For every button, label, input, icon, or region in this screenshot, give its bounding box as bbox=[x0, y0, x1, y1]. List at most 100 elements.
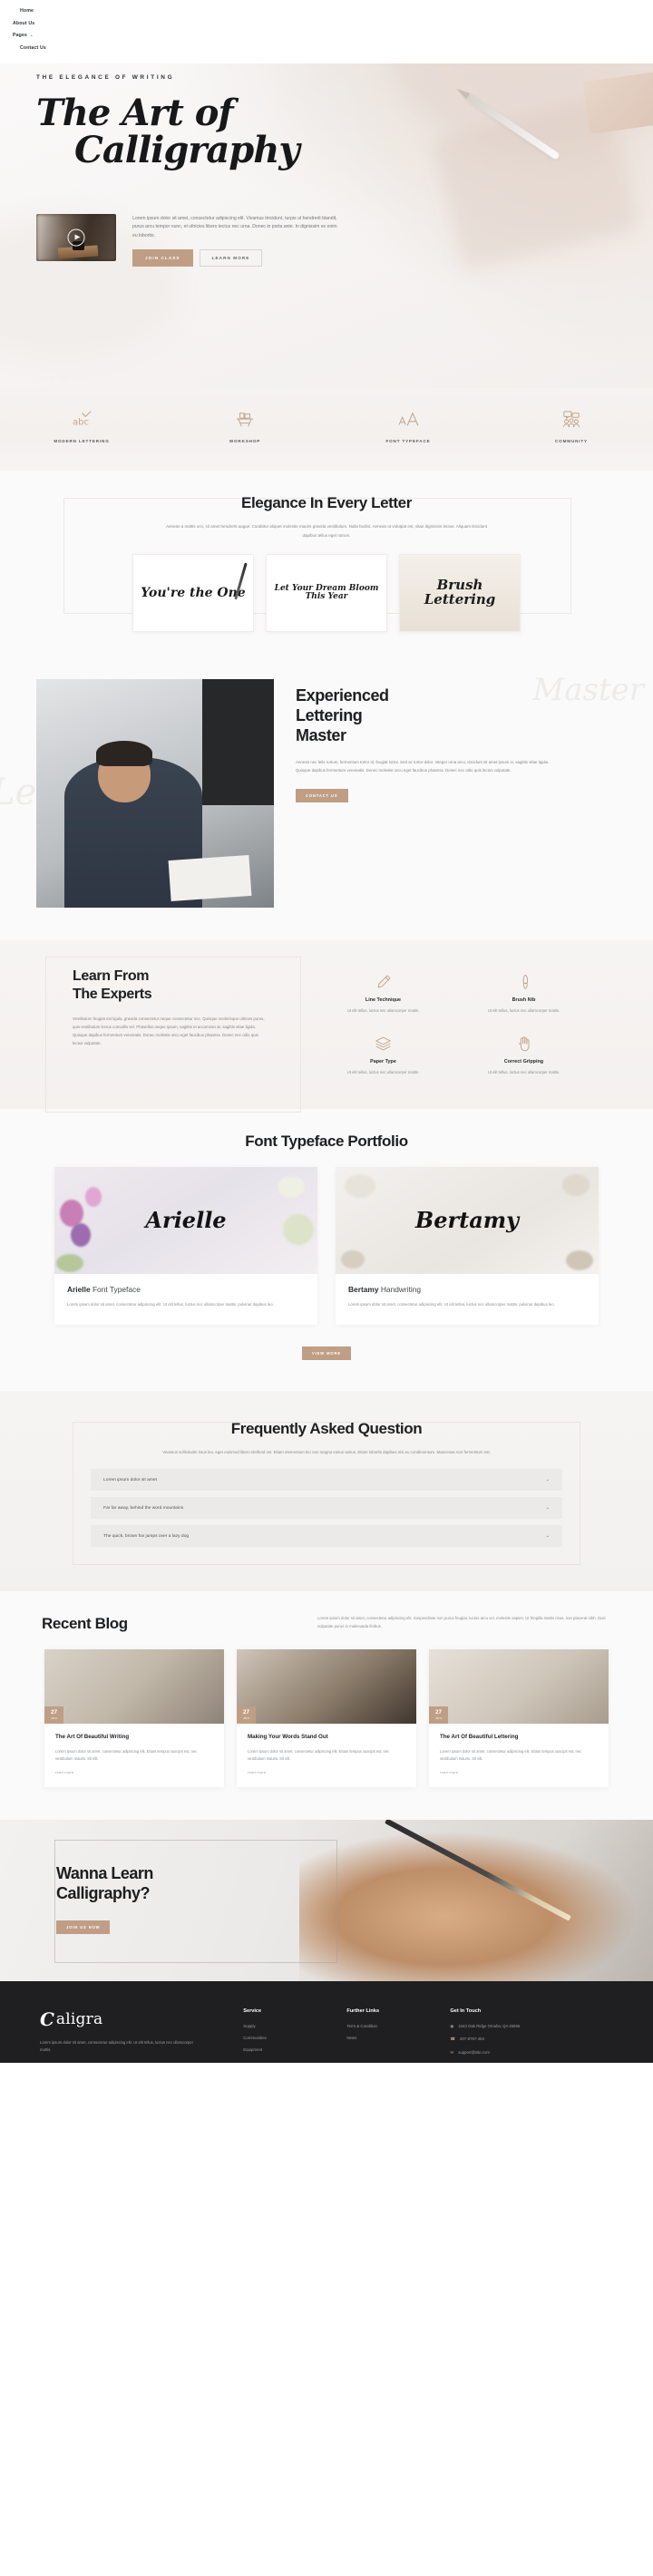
learn-item-brush-nib[interactable]: Brush Nib Ut elit tellus, luctus nec ull… bbox=[458, 973, 590, 1015]
feature-label: MODERN LETTERING bbox=[54, 439, 110, 444]
gallery-card[interactable]: Brush Lettering bbox=[399, 554, 521, 632]
read-more-link[interactable]: read more bbox=[55, 1770, 213, 1774]
footer-link[interactable]: Supply bbox=[243, 2024, 346, 2028]
learn-item-correct-gripping[interactable]: Correct Gripping Ut elit tellus, luctus … bbox=[458, 1035, 590, 1076]
portfolio-script-name: Arielle bbox=[145, 1207, 227, 1234]
chevron-down-icon[interactable]: ⌄ bbox=[546, 1477, 550, 1482]
blog-title[interactable]: The Art Of Beautiful Lettering bbox=[440, 1734, 598, 1742]
photo-layer bbox=[168, 854, 252, 901]
contact-address: 2443 Oak Ridge Omaha, QA 45065 bbox=[458, 2023, 521, 2028]
contact-us-button[interactable]: Contact Us bbox=[296, 788, 348, 802]
contact-row-address: ◉ 2443 Oak Ridge Omaha, QA 45065 bbox=[450, 2024, 617, 2029]
nav-item-about-us[interactable]: About Us bbox=[9, 18, 78, 31]
learn-more-button[interactable]: Learn More bbox=[199, 249, 263, 267]
blog-image: 27 Jun bbox=[44, 1649, 224, 1725]
learn-item-desc: Ut elit tellus, luctus nec ullamcorper m… bbox=[487, 1069, 560, 1074]
section-title-learn: Learn From The Experts bbox=[73, 967, 317, 1004]
feature-workshop[interactable]: WORKSHOP bbox=[190, 410, 299, 443]
faq-question: Lorem ipsum dolor sit amet bbox=[103, 1477, 157, 1482]
nav-item-home[interactable]: Home bbox=[9, 5, 78, 18]
feature-modern-lettering[interactable]: abc MODERN LETTERING bbox=[27, 410, 136, 443]
chevron-down-icon[interactable]: ⌄ bbox=[546, 1505, 550, 1511]
learn-item-desc: Ut elit tellus, luctus nec ullamcorper m… bbox=[487, 1008, 560, 1013]
gallery-card[interactable]: Let Your Dream Bloom This Year bbox=[266, 554, 387, 632]
faq-section: Frequently Asked Question Vivamus sollic… bbox=[0, 1391, 653, 1592]
blog-intro: Lorem ipsum dolor sit amet, consectetur … bbox=[317, 1616, 606, 1628]
pen-icon bbox=[317, 973, 449, 991]
faq-accordion-item[interactable]: Far far away, behind the word mountains … bbox=[91, 1497, 562, 1520]
portfolio-card[interactable]: Bertamy Bertamy Handwriting Lorem ipsum … bbox=[336, 1166, 599, 1326]
hero-title-line1: The Art of bbox=[36, 92, 234, 135]
logo[interactable]: Caligra bbox=[40, 2008, 243, 2030]
date-day: 27 bbox=[50, 1708, 58, 1716]
brush-icon bbox=[458, 973, 590, 991]
portfolio-card[interactable]: Arielle Arielle Font Typeface Lorem ipsu… bbox=[54, 1166, 317, 1326]
footer-link[interactable]: News bbox=[346, 2036, 450, 2040]
section-title-portfolio: Font Typeface Portfolio bbox=[245, 1132, 408, 1150]
portfolio-name-bold: Arielle bbox=[67, 1284, 91, 1294]
portfolio-image: Arielle bbox=[54, 1166, 317, 1274]
learn-item-title: Brush Nib bbox=[512, 997, 536, 1003]
learn-item-paper-type[interactable]: Paper Type Ut elit tellus, luctus nec ul… bbox=[317, 1035, 449, 1076]
blog-card[interactable]: 27 Jun Making Your Words Stand Out Lorem… bbox=[237, 1649, 416, 1787]
learn-item-title: Line Technique bbox=[365, 997, 402, 1003]
join-us-now-button[interactable]: Join Us Now bbox=[56, 1920, 111, 1934]
main-navigation: Home About Us Pages ⌄ Contact Us bbox=[0, 0, 653, 64]
contact-row-phone[interactable]: ☎ 207-8767-453 bbox=[450, 2036, 617, 2042]
master-section: Lettering Master Experienced Lettering M… bbox=[0, 663, 653, 940]
photo-layer bbox=[202, 679, 274, 805]
blog-card[interactable]: 27 Jun The Art Of Beautiful Writing Lore… bbox=[44, 1649, 224, 1787]
blog-card[interactable]: 27 Jun The Art Of Beautiful Lettering Lo… bbox=[429, 1649, 609, 1787]
landing-page: Home About Us Pages⌄ Contact Us Thank yo… bbox=[0, 0, 653, 2064]
master-title-line3: Master bbox=[296, 725, 346, 744]
video-thumbnail[interactable] bbox=[36, 213, 116, 261]
blog-section: Recent Blog Lorem ipsum dolor sit amet, … bbox=[0, 1591, 653, 1820]
join-class-button[interactable]: Join Class bbox=[132, 249, 193, 267]
learn-item-title: Paper Type bbox=[370, 1058, 396, 1064]
master-paragraph: Aenean nec felis rutrum, fermentum torto… bbox=[296, 759, 550, 773]
chevron-down-icon: ⌄ bbox=[30, 33, 34, 38]
play-icon[interactable] bbox=[67, 228, 85, 246]
feature-community[interactable]: COMMUNITY bbox=[517, 410, 626, 443]
cta-banner: Wanna Learn Calligraphy? Join Us Now bbox=[0, 1819, 653, 1981]
footer-link[interactable]: Equipment bbox=[243, 2047, 346, 2052]
hand-icon bbox=[458, 1035, 590, 1053]
blog-image: 27 Jun bbox=[429, 1649, 609, 1725]
footer-link[interactable]: Communities bbox=[243, 2036, 346, 2040]
footer-link[interactable]: Term & Condition bbox=[346, 2024, 450, 2028]
portfolio-script-name: Bertamy bbox=[414, 1207, 520, 1234]
footer-column-further-links: Further Links Term & Condition News bbox=[346, 2008, 450, 2063]
date-month: Jun bbox=[435, 1716, 442, 1721]
footer-column-contact: Get In Touch ◉ 2443 Oak Ridge Omaha, QA … bbox=[450, 2008, 617, 2063]
learn-title-line2: The Experts bbox=[73, 987, 152, 1002]
blog-title[interactable]: The Art Of Beautiful Writing bbox=[55, 1734, 213, 1742]
read-more-link[interactable]: read more bbox=[440, 1770, 598, 1774]
chevron-down-icon[interactable]: ⌄ bbox=[546, 1533, 550, 1539]
section-title-master: Experienced Lettering Master bbox=[296, 686, 551, 746]
hero-paragraph: Lorem ipsum dolor sit amet, consectetur … bbox=[132, 215, 337, 239]
faq-accordion-item[interactable]: Lorem ipsum dolor sit amet ⌄ bbox=[91, 1469, 562, 1492]
read-more-link[interactable]: read more bbox=[248, 1770, 405, 1774]
nav-item-contact-us[interactable]: Contact Us bbox=[9, 43, 78, 55]
faq-accordion-item[interactable]: The quick, brown fox jumps over a lazy d… bbox=[91, 1525, 562, 1548]
hero-title-line2: Calligraphy bbox=[74, 129, 300, 172]
section-subtitle: Aenean a mattis orci, sit amet hendrerit… bbox=[166, 524, 487, 538]
hero-section: Thank you THE ELEGANCE OF WRITING The Ar… bbox=[0, 7, 653, 389]
nav-label: Pages bbox=[13, 33, 28, 39]
learn-item-line-technique[interactable]: Line Technique Ut elit tellus, luctus ne… bbox=[317, 973, 449, 1015]
blog-image: 27 Jun bbox=[237, 1649, 416, 1725]
nav-label: Contact Us bbox=[20, 44, 46, 51]
view-more-button[interactable]: View More bbox=[302, 1346, 351, 1361]
page-title: The Art of Calligraphy bbox=[36, 92, 653, 171]
section-title-faq: Frequently Asked Question bbox=[230, 1420, 423, 1438]
blog-title[interactable]: Making Your Words Stand Out bbox=[248, 1734, 405, 1742]
community-chat-icon bbox=[517, 410, 626, 430]
feature-font-typeface[interactable]: FONT TYPEFACE bbox=[354, 410, 463, 443]
gallery-card-script: Let Your Dream Bloom This Year bbox=[274, 583, 379, 601]
gallery-card[interactable]: You're the One bbox=[132, 554, 254, 632]
faq-accordion: Lorem ipsum dolor sit amet ⌄ Far far awa… bbox=[91, 1469, 562, 1548]
logo-mark: C bbox=[40, 2007, 54, 2030]
nav-item-pages[interactable]: Pages ⌄ bbox=[9, 30, 78, 43]
contact-row-email[interactable]: ✉ support@site.com bbox=[450, 2050, 617, 2056]
feature-label: COMMUNITY bbox=[555, 439, 588, 444]
